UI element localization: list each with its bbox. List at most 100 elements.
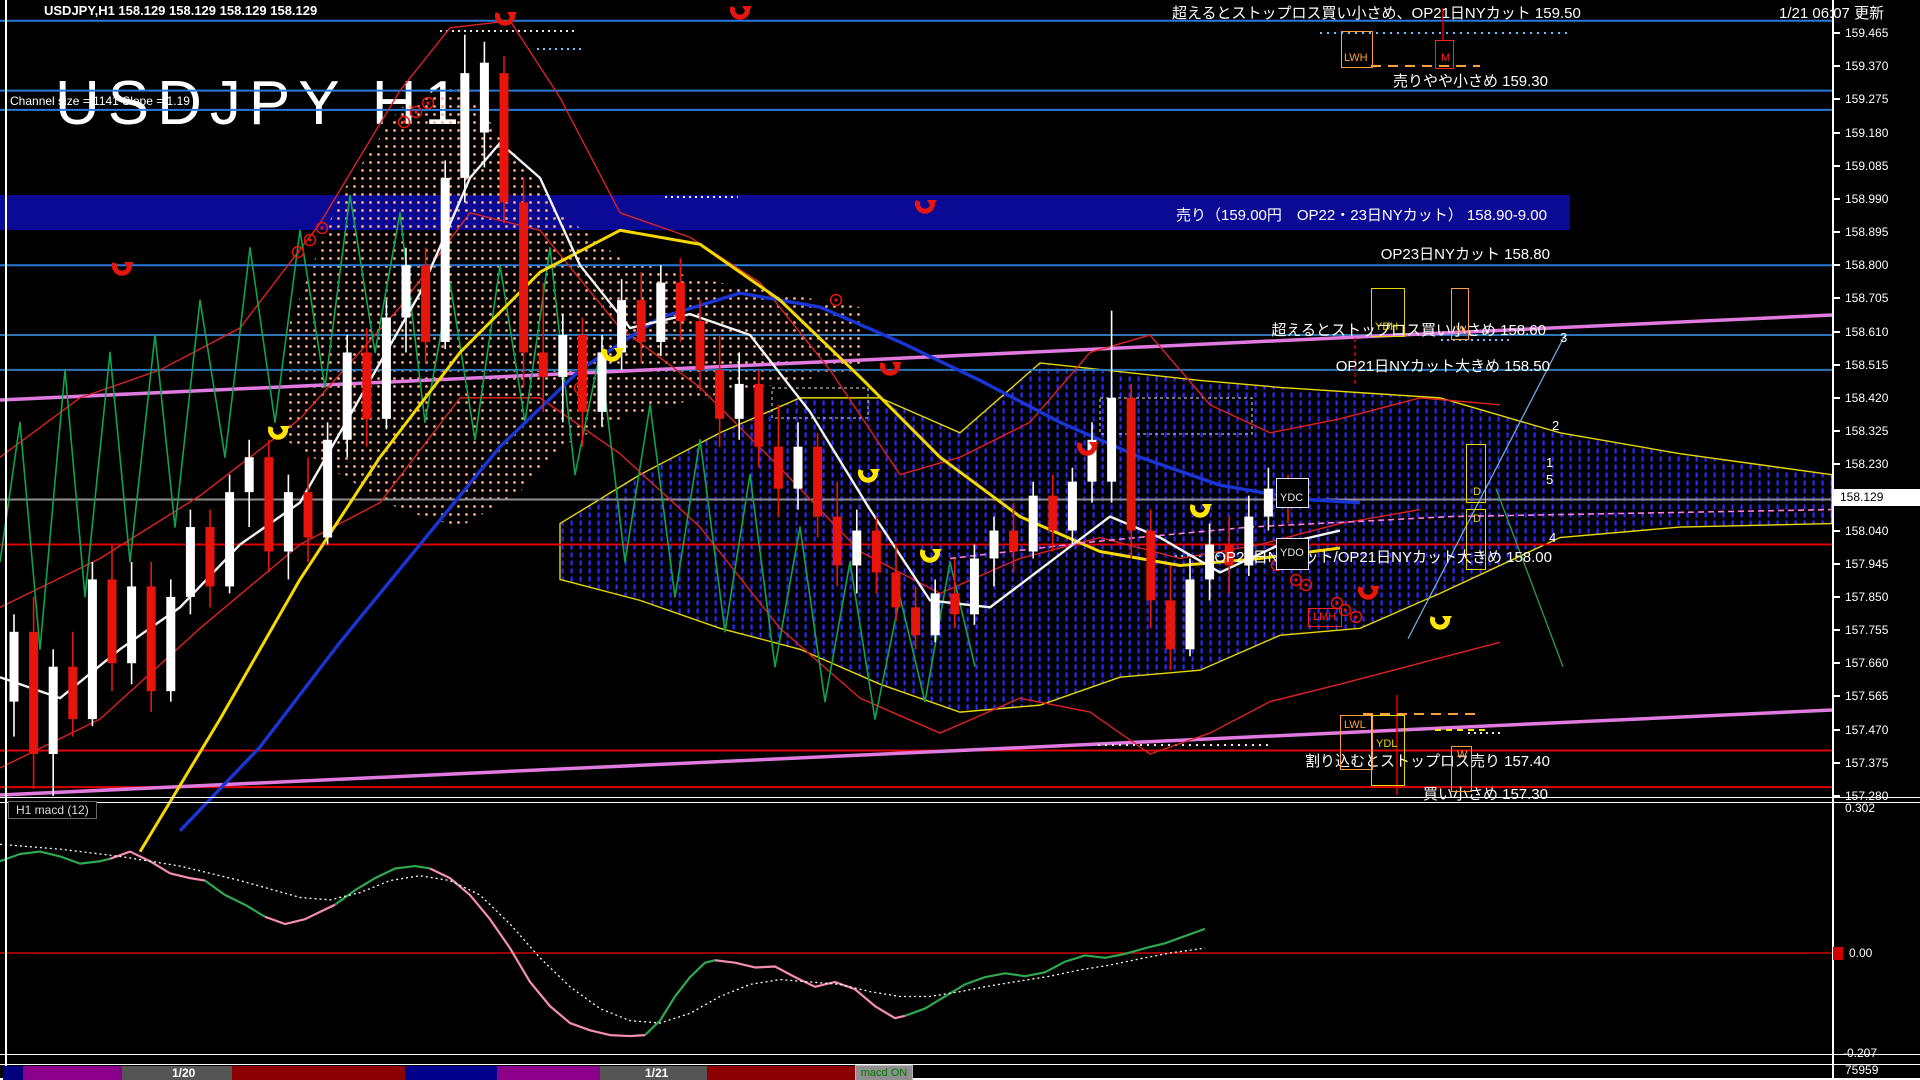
frame-line <box>0 1064 1920 1065</box>
price-tick-mark <box>1832 32 1840 34</box>
signal-dot-icon <box>1294 578 1297 581</box>
reversal-arrow-icon <box>892 362 902 370</box>
price-tick-label: 158.230 <box>1845 457 1888 471</box>
price-tick-label: 157.565 <box>1845 689 1888 703</box>
session-box-label: LWL <box>1344 719 1366 731</box>
session-segment <box>497 1066 600 1080</box>
macd-line <box>715 960 905 1018</box>
price-tick-mark <box>1832 65 1840 67</box>
price-tick-mark <box>1832 331 1840 333</box>
wave-count-label: 4 <box>1549 530 1556 545</box>
reversal-arrow-icon <box>1442 616 1452 624</box>
price-tick-label: 158.420 <box>1845 391 1888 405</box>
session-box-ydc: YDC <box>1276 478 1309 508</box>
session-box-label: M <box>1441 52 1450 64</box>
price-tick-label: 158.040 <box>1845 524 1888 538</box>
candle-body <box>323 440 332 538</box>
candle-body <box>1029 496 1038 552</box>
price-tick-mark <box>1832 596 1840 598</box>
macd-line <box>645 960 715 1035</box>
price-tick-mark <box>1832 231 1840 233</box>
candle-body <box>402 265 411 317</box>
candle-body <box>1205 545 1214 580</box>
price-annotation: OP21日NYカット大きめ 158.50 <box>1336 355 1550 376</box>
signal-dot-icon <box>402 120 405 123</box>
session-box-label: W <box>1457 749 1467 761</box>
price-tick-mark <box>1832 563 1840 565</box>
session-box-m: M <box>1435 40 1454 69</box>
session-box-d: D <box>1466 444 1486 503</box>
reversal-arrow-icon <box>927 200 937 208</box>
candle-body <box>480 63 489 133</box>
candle-body <box>1068 482 1077 531</box>
candle-body <box>735 384 744 419</box>
candle-body <box>206 527 215 586</box>
price-tick-mark <box>1832 132 1840 134</box>
macd-axis-max: 0.302 <box>1845 801 1875 815</box>
timeline-date-label: 1/21 <box>645 1066 668 1080</box>
price-tick-label: 157.945 <box>1845 557 1888 571</box>
candle-body <box>382 318 391 419</box>
price-tick-mark <box>1832 364 1840 366</box>
candle-body <box>225 492 234 586</box>
top-annotation: 超えるとストップロス買い小さめ、OP21日NYカット 159.50 <box>1172 2 1581 23</box>
main-chart-canvas[interactable] <box>0 0 1920 1080</box>
price-tick-mark <box>1832 729 1840 731</box>
candle-body <box>127 586 136 663</box>
macd-line <box>0 852 110 864</box>
price-annotation: OP23日NYカット 158.80 <box>1381 243 1550 264</box>
price-tick-mark <box>1832 762 1840 764</box>
price-tick-mark <box>1832 530 1840 532</box>
candle-body <box>617 300 626 352</box>
candle-body <box>754 384 763 447</box>
price-tick-mark <box>1832 463 1840 465</box>
macd-indicator-label[interactable]: H1 macd (12) <box>8 801 97 819</box>
price-tick-mark <box>1832 662 1840 664</box>
candle-body <box>245 457 254 492</box>
session-timeline: 1/201/21 <box>0 1066 1832 1080</box>
frame-line <box>1832 0 1834 1080</box>
signal-dot-icon <box>296 250 299 253</box>
candle-body <box>108 579 117 663</box>
candle-body <box>88 579 97 719</box>
candle-body <box>68 667 77 719</box>
candle-body <box>304 492 313 537</box>
price-tick-label: 159.465 <box>1845 26 1888 40</box>
candle-body <box>911 607 920 635</box>
signal-dot-icon <box>834 298 837 301</box>
candle-body <box>1166 600 1175 649</box>
macd-line <box>205 881 265 917</box>
candle-body <box>852 531 861 566</box>
price-tick-label: 159.275 <box>1845 92 1888 106</box>
macd-line <box>265 905 335 924</box>
candle-body <box>1127 398 1136 531</box>
session-box-ydh: YDH <box>1371 288 1405 337</box>
price-tick-label: 157.850 <box>1845 590 1888 604</box>
session-box-ydo: YDO <box>1276 538 1309 570</box>
wave-count-label: 2 <box>1552 418 1559 433</box>
candle-body <box>950 593 959 614</box>
signal-dot-icon <box>426 101 429 104</box>
candle-body <box>166 597 175 691</box>
bars-count: 75959 <box>1845 1063 1878 1077</box>
signal-dot-icon <box>320 226 323 229</box>
price-tick-mark <box>1832 98 1840 100</box>
wave-count-label: 1 <box>1546 455 1553 470</box>
reversal-arrow-icon <box>742 6 752 14</box>
candle-body <box>539 352 548 376</box>
macd-line <box>335 866 430 905</box>
price-tick-mark <box>1832 695 1840 697</box>
price-tick-mark <box>1832 397 1840 399</box>
candle-body <box>774 447 783 489</box>
price-tick-mark <box>1832 264 1840 266</box>
frame-line <box>0 797 1920 798</box>
wave-count-label: 3 <box>1560 330 1567 345</box>
candle-body <box>362 352 371 418</box>
price-tick-label: 157.660 <box>1845 656 1888 670</box>
signal-dot-icon <box>1354 615 1357 618</box>
signal-dot-icon <box>308 238 311 241</box>
price-tick-mark <box>1832 795 1840 797</box>
macd-toggle-button[interactable]: macd ON <box>855 1065 913 1080</box>
price-tick-label: 158.325 <box>1845 424 1888 438</box>
candle-body <box>264 457 273 551</box>
